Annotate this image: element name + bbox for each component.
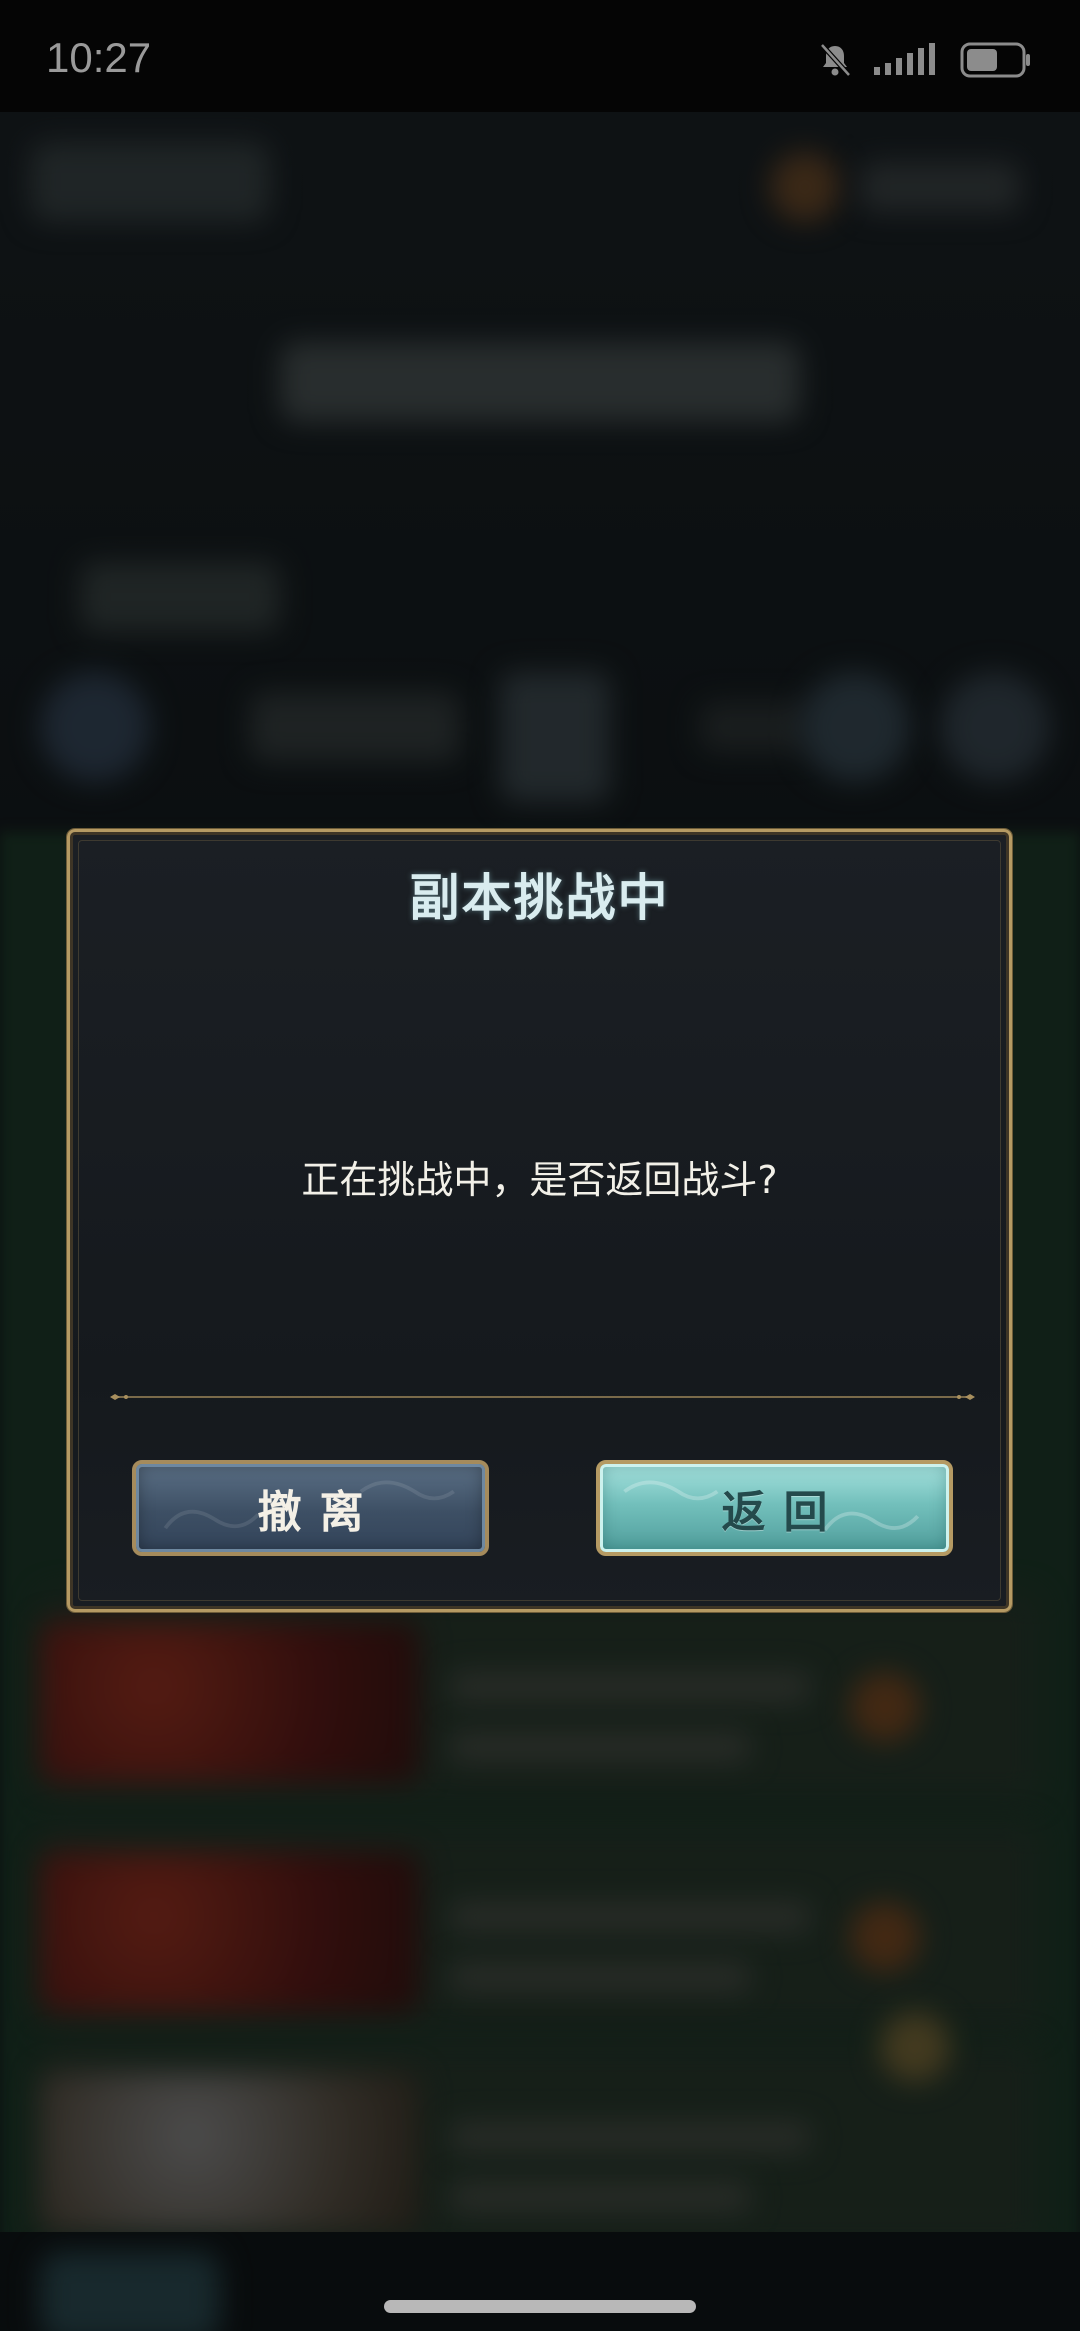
dialog-title: 副本挑战中 bbox=[409, 868, 670, 927]
status-time: 10:27 bbox=[46, 34, 152, 81]
status-icons bbox=[818, 40, 1032, 80]
retreat-button[interactable]: 撤离 bbox=[132, 1460, 489, 1556]
status-bar: 10:27 bbox=[0, 0, 1080, 112]
battery-icon bbox=[960, 42, 1032, 78]
return-button[interactable]: 返回 bbox=[596, 1460, 953, 1556]
dialog-message: 正在挑战中，是否返回战斗? bbox=[301, 1158, 778, 1202]
home-indicator[interactable] bbox=[384, 2300, 696, 2313]
return-button-label: 返回 bbox=[721, 1487, 846, 1538]
retreat-button-label: 撤离 bbox=[257, 1487, 382, 1538]
dialog-divider bbox=[110, 1393, 975, 1401]
signal-icon bbox=[874, 43, 938, 77]
challenge-dialog: 副本挑战中 正在挑战中，是否返回战斗? 撤离 返回 bbox=[67, 829, 1012, 1612]
bell-muted-icon bbox=[818, 42, 852, 78]
